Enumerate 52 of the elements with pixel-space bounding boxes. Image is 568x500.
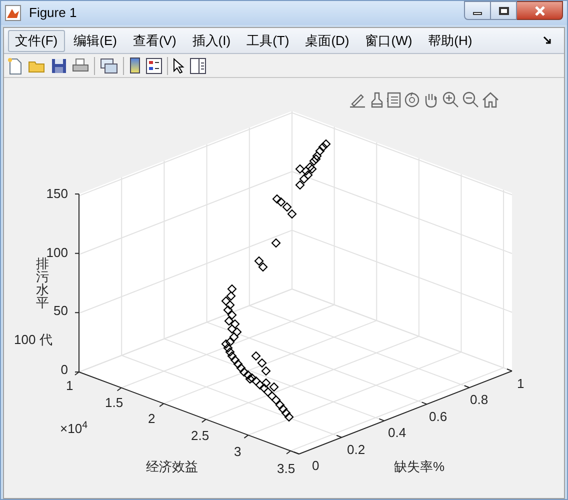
menu-item[interactable]: 文件(F) [8, 30, 65, 52]
tick-label: 1.5 [105, 396, 124, 408]
pencil-icon[interactable] [349, 92, 367, 108]
property-panel-icon[interactable] [190, 58, 206, 74]
pointer-icon[interactable] [173, 58, 185, 74]
zoom-in-icon[interactable] [442, 91, 459, 108]
legend-icon[interactable] [146, 58, 162, 74]
zoom-out-icon[interactable] [462, 91, 479, 108]
axis-multiplier: ×10$^{4}$ [60, 422, 88, 435]
annotation-text: 100 代 [14, 333, 52, 346]
tick-label: 100 [46, 246, 68, 259]
window-title: Figure 1 [29, 4, 77, 22]
menu-item[interactable]: 插入(I) [185, 30, 238, 52]
list-box-icon[interactable] [387, 92, 401, 108]
colorbar-icon[interactable] [129, 57, 141, 74]
axis-label: 缺失率% [394, 460, 445, 473]
dock-arrow-icon[interactable] [543, 36, 552, 45]
tick-label: 0.2 [347, 442, 366, 456]
new-file-icon[interactable] [7, 56, 23, 74]
home-icon[interactable] [482, 92, 499, 108]
rotate-icon[interactable] [404, 92, 420, 108]
menu-item[interactable]: 桌面(D) [298, 30, 356, 52]
brush-icon[interactable] [370, 92, 384, 108]
axis-label: 排污水平 [36, 257, 49, 309]
menu-item[interactable]: 编辑(E) [66, 30, 124, 52]
tick-label: 0 [312, 459, 320, 472]
tick-label: 0.4 [388, 426, 406, 440]
close-icon [534, 6, 546, 16]
tick-label: 3.5 [277, 462, 296, 474]
linked-windows-icon[interactable] [100, 58, 118, 74]
menu-item[interactable]: 窗口(W) [358, 30, 420, 52]
menu-item[interactable]: 帮助(H) [421, 30, 480, 52]
tick-label: 0.8 [470, 393, 488, 406]
menu-item[interactable]: 工具(T) [240, 30, 296, 52]
tick-label: 50 [54, 304, 68, 318]
axis-label: 经济效益 [146, 460, 198, 473]
maximize-button[interactable] [491, 1, 517, 20]
tick-label: 150 [46, 187, 68, 200]
close-button[interactable] [517, 1, 563, 20]
tick-label: 2 [148, 412, 156, 425]
hand-icon[interactable] [423, 92, 439, 108]
tick-label: 3 [234, 445, 242, 458]
printer-icon[interactable] [72, 58, 89, 74]
tick-label: 0.6 [429, 410, 448, 423]
menu-item[interactable]: 查看(V) [126, 30, 184, 52]
tick-label: 1 [66, 379, 74, 392]
save-icon[interactable] [51, 58, 67, 74]
tick-label: 2.5 [191, 428, 210, 442]
tick-label: 0 [60, 363, 68, 376]
app-icon [5, 5, 21, 21]
minimize-button[interactable] [464, 1, 491, 20]
tick-label: 1 [517, 377, 524, 390]
